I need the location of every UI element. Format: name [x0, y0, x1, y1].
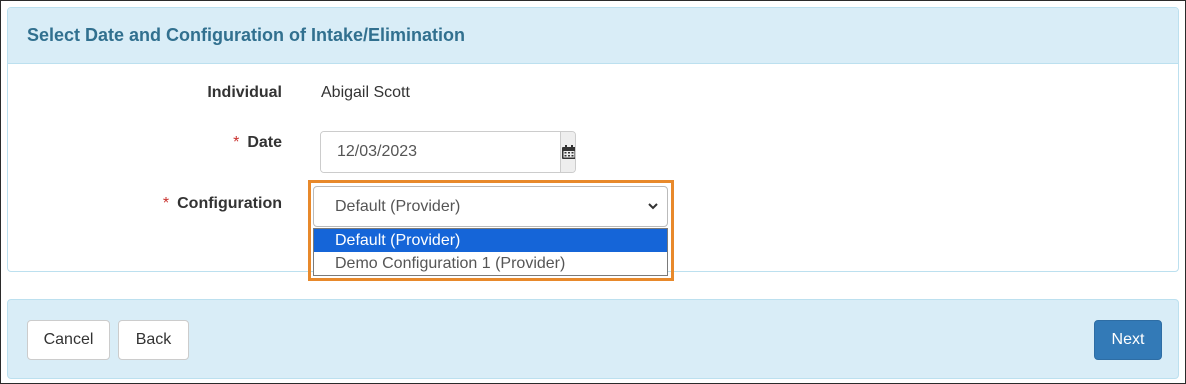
configuration-label: * Configuration: [163, 195, 282, 213]
cancel-button[interactable]: Cancel: [27, 320, 110, 360]
individual-value: Abigail Scott: [321, 84, 410, 101]
dropdown-option-demo-configuration-1[interactable]: Demo Configuration 1 (Provider): [314, 252, 667, 275]
back-button[interactable]: Back: [118, 320, 189, 360]
next-button[interactable]: Next: [1094, 320, 1162, 360]
configuration-selected-value: Default (Provider): [335, 197, 461, 215]
date-label-text: Date: [247, 134, 282, 151]
required-marker: *: [162, 195, 170, 212]
required-marker: *: [233, 134, 240, 151]
chevron-down-icon: [648, 203, 658, 210]
date-label: * Date: [233, 134, 282, 152]
configuration-dropdown-list: Default (Provider) Demo Configuration 1 …: [313, 228, 668, 276]
panel-title: Select Date and Configuration of Intake/…: [8, 8, 1178, 64]
footer-bar: Cancel Back Next: [7, 299, 1179, 379]
dropdown-option-default[interactable]: Default (Provider): [314, 229, 667, 252]
individual-label: Individual: [207, 84, 282, 101]
configuration-label-text: Configuration: [177, 195, 282, 212]
window-frame: Select Date and Configuration of Intake/…: [0, 0, 1186, 384]
date-input[interactable]: [321, 132, 560, 172]
configuration-select[interactable]: Default (Provider): [313, 186, 668, 227]
calendar-button[interactable]: [560, 132, 575, 172]
date-input-group: [320, 131, 576, 173]
calendar-icon: [562, 145, 575, 159]
